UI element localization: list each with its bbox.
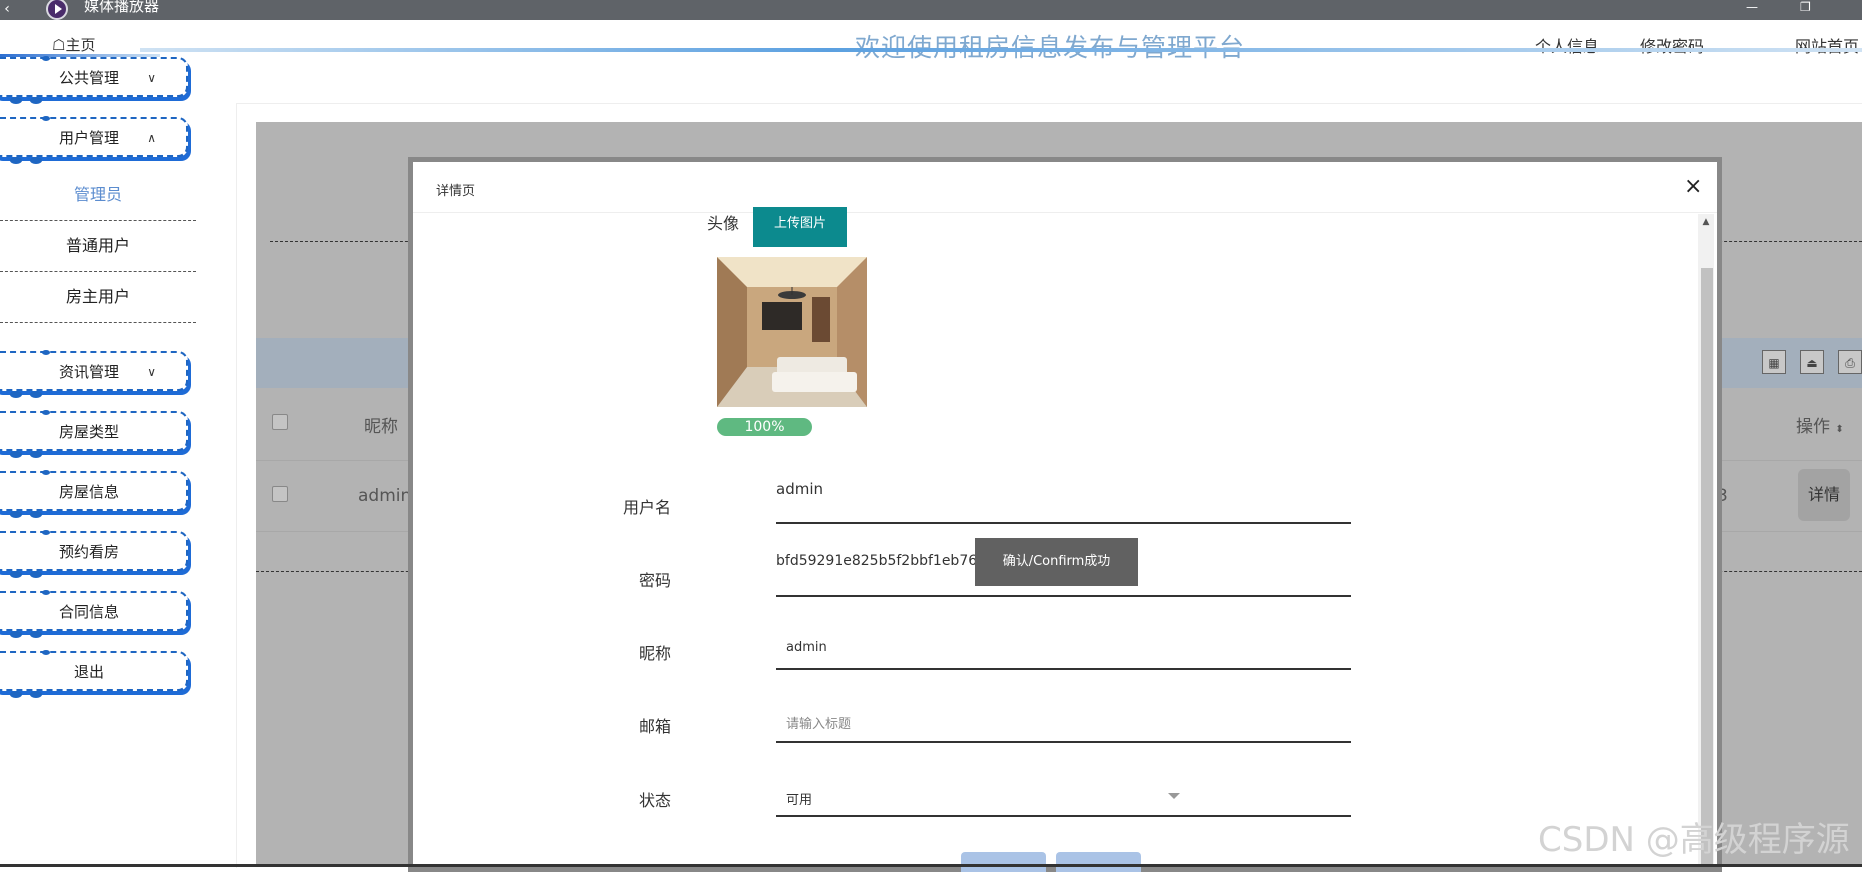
col-header-action[interactable]: 操作 ⬍ — [1796, 412, 1844, 437]
detail-dialog: 详情页 × ▲ 头像 上传图片 100% 用户名 admin 密码 bfd592… — [413, 162, 1717, 872]
username-field[interactable]: admin — [776, 472, 1351, 524]
menu-label: 公共管理 — [58, 69, 119, 87]
status-value: 可用 — [786, 793, 813, 808]
dialog-header-divider — [413, 212, 1717, 213]
columns-icon[interactable]: ▦ — [1762, 350, 1786, 374]
menu-news-mgmt[interactable]: 资讯管理 ∨ — [0, 350, 188, 398]
nickname-value: admin — [786, 640, 827, 655]
menu-label: 预约看房 — [58, 543, 119, 561]
email-placeholder: 请输入标题 — [786, 717, 852, 732]
restore-icon[interactable]: ❐ — [1800, 0, 1811, 14]
back-icon[interactable]: ‹ — [0, 0, 14, 20]
export-icon[interactable]: ⏏ — [1800, 350, 1824, 374]
password-label: 密码 — [638, 571, 671, 590]
cell-nickname: admin — [358, 486, 412, 506]
sidebar-item-admin[interactable]: 管理员 — [0, 170, 196, 221]
menu-contract-info[interactable]: 合同信息 — [0, 590, 188, 638]
row-checkbox[interactable] — [272, 486, 288, 502]
menu-public-mgmt[interactable]: 公共管理 ∨ — [0, 56, 188, 104]
scrollbar-thumb[interactable] — [1701, 268, 1713, 867]
col-header-nickname: 昵称 — [364, 417, 398, 437]
menu-label: 退出 — [73, 663, 104, 681]
home-icon: ☖ — [52, 36, 66, 54]
chevron-down-icon: ∨ — [147, 365, 156, 379]
status-select[interactable]: 可用 — [776, 765, 1351, 817]
menu-logout[interactable]: 退出 — [0, 650, 188, 698]
print-icon[interactable]: ⎙ — [1838, 350, 1862, 374]
sort-icon: ⬍ — [1835, 424, 1844, 435]
dialog-title: 详情页 — [436, 184, 476, 199]
menu-label: 房屋类型 — [58, 423, 119, 441]
media-player-bar: ‹ 媒体播放器 — ❐ — [0, 0, 1862, 20]
menu-house-type[interactable]: 房屋类型 — [0, 410, 188, 458]
email-field[interactable]: 请输入标题 — [776, 691, 1351, 743]
menu-label: 用户管理 — [58, 129, 119, 147]
media-player-title: 媒体播放器 — [84, 0, 160, 15]
upload-image-button[interactable]: 上传图片 — [753, 207, 847, 247]
menu-label: 合同信息 — [58, 603, 119, 621]
media-player-icon — [46, 0, 68, 20]
website-home-link[interactable]: 网站首页 — [1795, 33, 1859, 57]
header-divider — [140, 48, 1862, 52]
chevron-down-icon — [1168, 793, 1180, 799]
chevron-down-icon: ∨ — [147, 71, 156, 85]
sidebar-item-normal-user[interactable]: 普通用户 — [0, 221, 196, 272]
select-all-checkbox[interactable] — [272, 414, 288, 430]
dialog-footer-button-2[interactable] — [1056, 852, 1141, 872]
detail-button[interactable]: 详情 — [1798, 469, 1850, 521]
menu-label: 资讯管理 — [58, 363, 119, 381]
dialog-footer-button-1[interactable] — [961, 852, 1046, 872]
menu-label: 房屋信息 — [58, 483, 119, 501]
avatar-image — [717, 257, 867, 407]
nickname-field[interactable]: admin — [776, 618, 1351, 670]
status-label: 状态 — [638, 791, 671, 810]
chevron-up-icon: ∧ — [147, 131, 156, 145]
username-value: admin — [776, 480, 823, 498]
confirm-toast: 确认/Confirm成功 — [975, 538, 1138, 586]
menu-house-info[interactable]: 房屋信息 — [0, 470, 188, 518]
email-label: 邮箱 — [638, 717, 671, 736]
scroll-up-icon[interactable]: ▲ — [1698, 214, 1714, 230]
watermark: CSDN @高级程序源 — [1538, 820, 1850, 860]
sidebar-item-landlord[interactable]: 房主用户 — [0, 272, 196, 323]
nickname-label: 昵称 — [638, 644, 671, 663]
close-icon[interactable]: × — [1684, 174, 1702, 199]
site-title: 欢迎使用租房信息发布与管理平台 — [855, 28, 1245, 64]
home-link[interactable]: ☖主页 — [52, 34, 95, 55]
menu-user-mgmt[interactable]: 用户管理 ∧ — [0, 116, 188, 164]
living-room-photo — [717, 257, 867, 407]
cell-partial: 3 — [1717, 486, 1728, 506]
change-password-link[interactable]: 修改密码 — [1640, 33, 1704, 57]
profile-link[interactable]: 个人信息 — [1535, 33, 1599, 57]
menu-viewing-appointment[interactable]: 预约看房 — [0, 530, 188, 578]
upload-progress: 100% — [717, 418, 812, 436]
minimize-icon[interactable]: — — [1746, 0, 1758, 14]
username-label: 用户名 — [622, 498, 671, 517]
